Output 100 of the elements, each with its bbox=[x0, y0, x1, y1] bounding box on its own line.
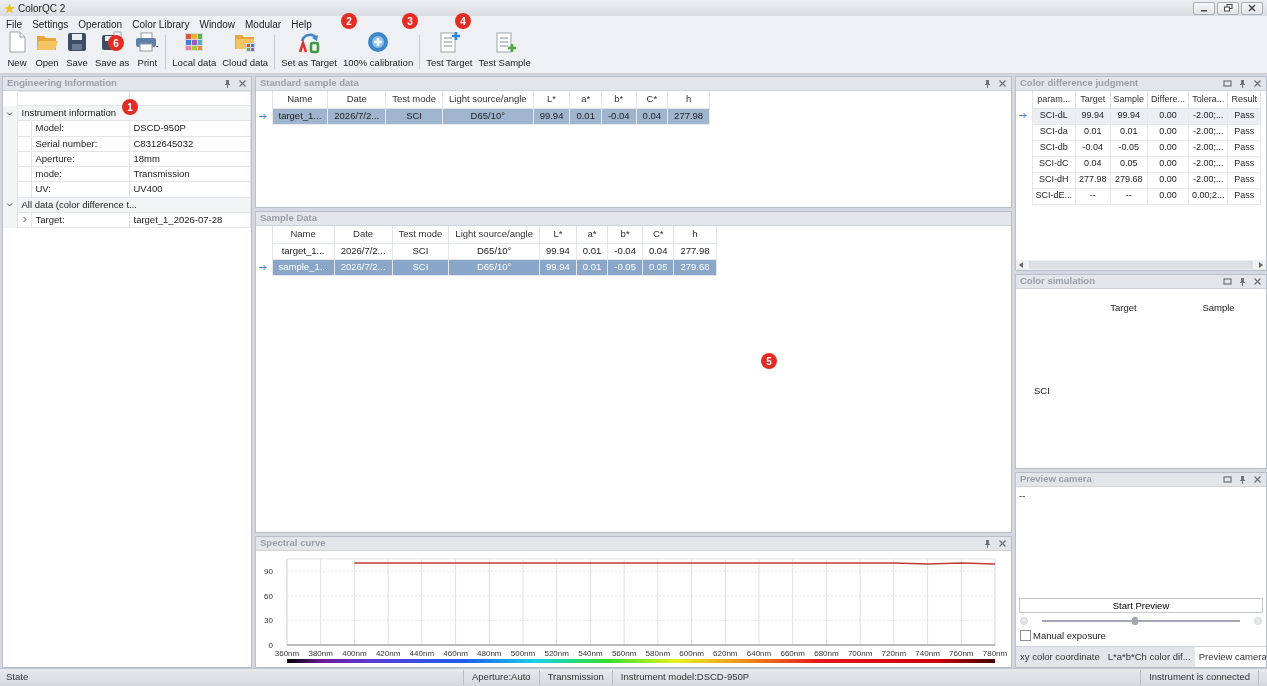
property-label: UV: bbox=[34, 182, 52, 197]
horizontal-scrollbar[interactable] bbox=[1016, 260, 1266, 270]
column-header[interactable]: L* bbox=[533, 91, 570, 108]
column-header[interactable]: Target bbox=[1075, 91, 1111, 108]
toolbar-button[interactable]: Set as Target bbox=[278, 29, 340, 70]
float-icon[interactable] bbox=[1223, 277, 1232, 286]
table-cell: 2026/7/2... bbox=[334, 243, 393, 259]
menu-item[interactable]: File bbox=[1, 16, 28, 32]
scroll-right-icon[interactable] bbox=[1259, 262, 1263, 268]
property-value: UV400 bbox=[129, 181, 251, 197]
pin-icon[interactable] bbox=[223, 79, 232, 88]
tick-label: 640nm bbox=[746, 649, 772, 658]
column-header[interactable]: Result bbox=[1227, 91, 1261, 108]
panel-title: Color simulation bbox=[1020, 275, 1095, 289]
column-header[interactable]: Tolera... bbox=[1188, 91, 1228, 108]
column-header[interactable]: param... bbox=[1032, 91, 1076, 108]
menu-item[interactable]: Window bbox=[194, 16, 240, 32]
scroll-left-icon[interactable] bbox=[1019, 262, 1023, 268]
collapse-icon[interactable] bbox=[6, 201, 14, 209]
dock-tab[interactable]: xy color coordinate bbox=[1016, 646, 1104, 667]
toolbar-button[interactable]: Open bbox=[32, 29, 62, 70]
column-header[interactable]: b* bbox=[607, 226, 643, 243]
table-cell: 0.04 bbox=[642, 243, 674, 259]
close-icon[interactable] bbox=[1253, 79, 1262, 88]
toolbar-button[interactable]: Save bbox=[62, 29, 92, 70]
toolbar-button[interactable]: Print bbox=[132, 29, 163, 70]
column-header[interactable]: a* bbox=[569, 91, 602, 108]
column-header[interactable]: Light source/angle bbox=[442, 91, 534, 108]
column-header[interactable]: Test mode bbox=[385, 91, 443, 108]
table-cell: SCI bbox=[392, 243, 449, 259]
status-text: State bbox=[5, 670, 30, 685]
column-header[interactable]: h bbox=[673, 226, 716, 243]
restore-button[interactable] bbox=[1217, 1, 1239, 15]
tick-label: 360nm bbox=[274, 649, 300, 658]
pin-icon[interactable] bbox=[1238, 79, 1247, 88]
toolbar-button[interactable]: 100% calibration bbox=[339, 29, 417, 70]
expand-icon[interactable] bbox=[20, 216, 28, 224]
toolbar-button[interactable]: Test Target bbox=[423, 29, 476, 70]
dock-tab[interactable]: L*a*b*Ch color dif... bbox=[1103, 646, 1195, 667]
table-cell: Pass bbox=[1227, 156, 1261, 172]
tick-label: 440nm bbox=[409, 649, 435, 658]
pin-icon[interactable] bbox=[1238, 277, 1247, 286]
table-cell: -2.00;... bbox=[1188, 140, 1228, 156]
table-cell: D65/10° bbox=[448, 243, 540, 259]
toolbar-button[interactable]: Local data bbox=[169, 29, 220, 70]
close-icon[interactable] bbox=[1253, 277, 1262, 286]
close-icon[interactable] bbox=[238, 79, 247, 88]
toolbar-button[interactable]: Cloud data bbox=[219, 29, 272, 70]
column-header[interactable]: C* bbox=[642, 226, 674, 243]
column-header[interactable]: Date bbox=[334, 226, 393, 243]
float-icon[interactable] bbox=[1223, 475, 1232, 484]
menu-item[interactable]: Help bbox=[286, 16, 317, 32]
table-cell: -2.00;... bbox=[1188, 156, 1228, 172]
column-header[interactable]: Test mode bbox=[392, 226, 449, 243]
table-cell: Pass bbox=[1227, 140, 1261, 156]
toolbar-button[interactable]: Test Sample bbox=[475, 29, 534, 70]
column-header[interactable]: Sample bbox=[1110, 91, 1148, 108]
column-header[interactable]: L* bbox=[539, 226, 577, 243]
column-header[interactable]: h bbox=[667, 91, 710, 108]
column-header[interactable]: Name bbox=[272, 91, 328, 108]
slider-thumb[interactable] bbox=[1132, 616, 1139, 625]
column-header[interactable]: Light source/angle bbox=[448, 226, 540, 243]
pin-icon[interactable] bbox=[983, 79, 992, 88]
close-icon[interactable] bbox=[998, 79, 1007, 88]
status-text: Aperture:Auto bbox=[463, 670, 539, 685]
document-plus-icon bbox=[437, 29, 462, 54]
property-label: Aperture: bbox=[34, 151, 76, 166]
table-cell: -- bbox=[1075, 188, 1111, 204]
table-cell: 0.00 bbox=[1147, 124, 1189, 140]
float-icon[interactable] bbox=[1223, 79, 1232, 88]
window-title: ColorQC 2 bbox=[18, 1, 66, 16]
close-button[interactable] bbox=[1241, 1, 1263, 15]
tick-label: 500nm bbox=[510, 649, 536, 658]
column-header[interactable]: C* bbox=[636, 91, 668, 108]
checkbox[interactable] bbox=[1020, 630, 1031, 642]
column-header[interactable]: Name bbox=[272, 226, 335, 243]
column-header[interactable]: Date bbox=[327, 91, 386, 108]
menu-item[interactable]: Modular bbox=[240, 16, 287, 32]
status-text: Instrument model:DSCD-950P bbox=[611, 670, 758, 685]
collapse-icon[interactable] bbox=[6, 110, 14, 117]
pin-icon[interactable] bbox=[983, 539, 992, 548]
table-cell: SCI-dE... bbox=[1032, 188, 1076, 204]
menu-item[interactable]: Settings bbox=[27, 16, 74, 32]
property-label: Model: bbox=[34, 121, 65, 136]
tick-label: 780nm bbox=[982, 649, 1008, 658]
menu-item[interactable]: Color Library bbox=[127, 16, 195, 32]
toolbar-button[interactable]: New bbox=[2, 29, 32, 70]
column-header[interactable]: Differe... bbox=[1147, 91, 1189, 108]
tick-label: 580nm bbox=[645, 649, 671, 658]
start-preview-button[interactable]: Start Preview bbox=[1019, 597, 1263, 613]
column-header[interactable]: b* bbox=[601, 91, 637, 108]
slider-track[interactable] bbox=[1042, 619, 1240, 622]
dock-tab[interactable]: Preview camera bbox=[1194, 646, 1266, 667]
pin-icon[interactable] bbox=[1238, 475, 1247, 484]
close-icon[interactable] bbox=[1253, 475, 1262, 484]
menu-item[interactable]: Operation bbox=[73, 16, 128, 32]
column-header[interactable]: a* bbox=[576, 226, 608, 243]
panel-title: Spectral curve bbox=[260, 537, 326, 551]
row-indicator-icon bbox=[1019, 112, 1029, 120]
close-icon[interactable] bbox=[998, 539, 1007, 548]
